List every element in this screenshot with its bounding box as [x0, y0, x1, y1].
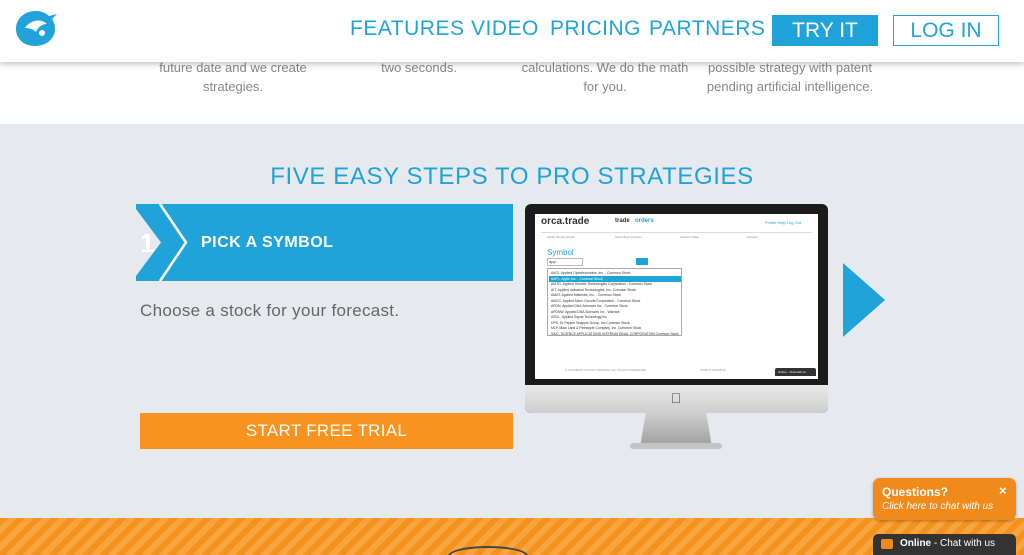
screen-footer-patent: PATENT PENDING	[700, 368, 726, 372]
screen-symbol-label: Symbol	[547, 248, 574, 257]
chat-invite-box[interactable]: Questions? Click here to chat with us ×	[873, 478, 1016, 520]
nav-features[interactable]: FEATURES	[350, 17, 464, 41]
screen-input-value: app	[549, 259, 556, 264]
steps-heading: FIVE EASY STEPS TO PRO STRATEGIES	[270, 163, 754, 190]
chat-status: Online - Chat with us	[900, 538, 996, 549]
site-header: FEATURES VIDEO PRICING PARTNERS TRY IT L…	[0, 0, 1024, 62]
features-strip: future date and we create strategies. two…	[0, 60, 1024, 124]
screen-divider	[541, 232, 812, 233]
monitor-frame: orca.trade trade orders Profile Help Log…	[525, 204, 828, 413]
screen-info: Account Value	[680, 235, 700, 239]
step-number: 1	[140, 228, 155, 258]
monitor-stand-base	[630, 443, 722, 449]
screen-logo: orca.trade	[541, 216, 590, 227]
list-item: SAIC, SCIENCE APPLICATIONS INTERNATIONAL…	[551, 331, 679, 336]
chat-bubble-icon	[881, 539, 893, 549]
screen-tab-orders: orders	[635, 218, 654, 224]
screen-links: Profile Help Log Out	[765, 220, 802, 225]
close-icon[interactable]: ×	[999, 483, 1007, 498]
screen-dropdown: AAOI, Applied Optoelectronics, Inc. - Co…	[547, 268, 682, 336]
nav-partners[interactable]: PARTNERS	[649, 17, 765, 41]
chat-question: Questions?	[882, 485, 949, 499]
next-step-arrow-icon[interactable]	[843, 263, 885, 337]
feature-text-4: possible strategy with patent pending art…	[706, 60, 874, 94]
step-description: Choose a stock for your forecast.	[140, 301, 400, 320]
feature-text-3: calculations. We do the math for you.	[521, 60, 689, 94]
app-screenshot: orca.trade trade orders Profile Help Log…	[535, 214, 818, 379]
chat-status-tab[interactable]: Online - Chat with us	[873, 534, 1016, 555]
screen-chat-tab: Online - Chat with us	[775, 368, 816, 376]
screen-footer: © 2014 BEST OPTION TRADING. ALL RIGHTS R…	[565, 368, 647, 372]
try-it-button[interactable]: TRY IT	[772, 15, 878, 46]
log-in-button[interactable]: LOG IN	[893, 15, 999, 46]
apple-icon: 	[668, 390, 684, 406]
screen-info: Stock Buying Power	[615, 235, 642, 239]
monitor-stand	[640, 413, 712, 447]
screen-go-button	[636, 258, 648, 265]
step-label: PICK A SYMBOL	[201, 234, 334, 251]
chat-subtitle[interactable]: Click here to chat with us	[882, 501, 993, 512]
screen-info: Option Buying Power	[547, 235, 576, 239]
screen-info: Account	[747, 235, 758, 239]
feature-text-1: future date and we create strategies.	[159, 60, 307, 94]
nav-video[interactable]: VIDEO	[471, 17, 539, 41]
screen-tab-trade: trade	[615, 218, 630, 224]
start-free-trial-button[interactable]: START FREE TRIAL	[140, 413, 513, 449]
nav-pricing[interactable]: PRICING	[550, 17, 641, 41]
